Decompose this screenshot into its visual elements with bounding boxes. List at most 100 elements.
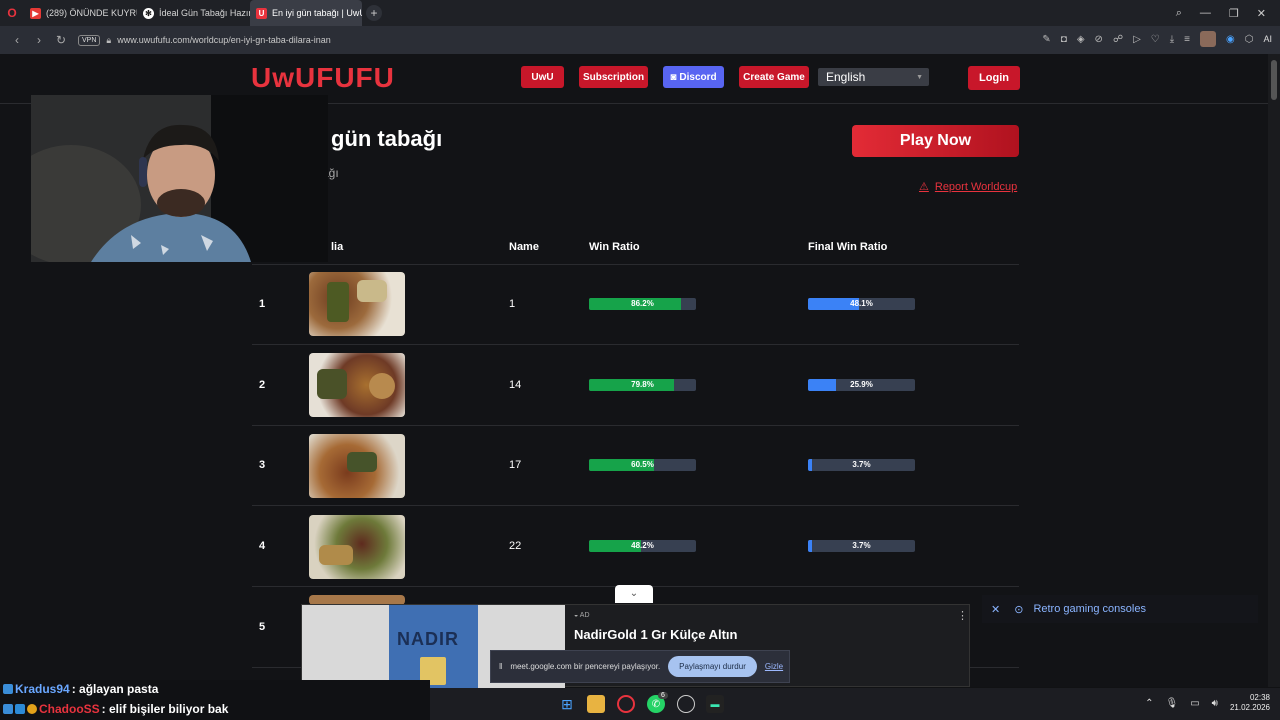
row-rank: 1 bbox=[259, 298, 266, 310]
column-header-media: lia bbox=[331, 241, 344, 253]
food-image[interactable] bbox=[309, 272, 405, 336]
tab-label: (289) ÖNÜNDE KUYRUK O bbox=[46, 8, 137, 18]
vpn-badge[interactable]: VPN bbox=[78, 34, 101, 46]
discord-button[interactable]: ◙ Discord bbox=[663, 66, 724, 88]
ad-title[interactable]: NadirGold 1 Gr Külçe Altın bbox=[574, 627, 737, 642]
translate-icon[interactable]: ☍ bbox=[1113, 34, 1123, 45]
new-tab-button[interactable]: + bbox=[366, 5, 382, 21]
opera-browser-icon[interactable] bbox=[617, 695, 635, 713]
close-icon[interactable]: ✕ bbox=[1257, 7, 1266, 20]
camera-icon[interactable]: ◘ bbox=[1061, 34, 1067, 45]
row-rank: 2 bbox=[259, 379, 266, 391]
create-game-button[interactable]: Create Game bbox=[739, 66, 809, 88]
ad-brand-icon: ◒ bbox=[574, 612, 579, 619]
chevron-down-icon: ⌄ bbox=[629, 588, 639, 599]
chat-user: Kradus94 bbox=[15, 682, 70, 696]
chat-text: : ağlayan pasta bbox=[71, 682, 159, 696]
maximize-icon[interactable]: ❐ bbox=[1229, 7, 1239, 20]
play-now-button[interactable]: Play Now bbox=[852, 125, 1019, 157]
shield-icon[interactable]: ◈ bbox=[1077, 34, 1085, 45]
screen-share-notice: ‖ meet.google.com bir pencereyi paylaşıy… bbox=[490, 650, 790, 683]
minimize-icon[interactable]: — bbox=[1200, 7, 1211, 19]
page-scrollbar[interactable] bbox=[1268, 54, 1280, 687]
row-name: 17 bbox=[509, 459, 522, 471]
final-win-ratio-label: 48.1% bbox=[850, 299, 873, 308]
pause-icon: ‖ bbox=[499, 662, 503, 671]
row-rank: 4 bbox=[259, 540, 266, 552]
ad-tag: ◒ AD bbox=[574, 612, 590, 619]
food-image[interactable] bbox=[309, 515, 405, 579]
edit-icon[interactable]: ✎ bbox=[1042, 34, 1050, 45]
retro-label: Retro gaming consoles bbox=[1033, 603, 1146, 615]
file-explorer-icon[interactable] bbox=[587, 695, 605, 713]
win-ratio-label: 79.8% bbox=[631, 380, 654, 389]
chat-text: : elif bişiler biliyor bak bbox=[101, 702, 229, 716]
discord-icon: ◙ bbox=[670, 71, 677, 83]
clock[interactable]: 02:38 21.02.2026 bbox=[1230, 693, 1270, 713]
cube-icon[interactable]: ⬡ bbox=[1245, 34, 1254, 45]
speaker-icon[interactable]: 🔊︎ bbox=[1212, 698, 1218, 709]
worldcup-title: gün tabağı bbox=[331, 126, 443, 151]
opera-logo-icon[interactable]: O bbox=[0, 6, 24, 20]
back-icon[interactable]: ‹ bbox=[6, 33, 28, 47]
block-icon[interactable]: ⊘ bbox=[1095, 34, 1103, 45]
food-image[interactable] bbox=[309, 353, 405, 417]
chevron-up-icon[interactable]: ⌃ bbox=[1145, 698, 1153, 709]
microphone-icon[interactable]: 🎙︎ bbox=[1165, 698, 1178, 709]
row-rank: 3 bbox=[259, 459, 266, 471]
window-controls: ⌕ — ❐ ✕ bbox=[1176, 0, 1280, 26]
login-button[interactable]: Login bbox=[968, 66, 1020, 90]
url-field[interactable]: www.uwufufu.com/worldcup/en-iyi-gn-taba-… bbox=[117, 35, 331, 45]
report-worldcup-link[interactable]: ⚠︎ Report Worldcup bbox=[919, 180, 1018, 194]
lock-icon[interactable]: 🔒︎ bbox=[106, 35, 111, 46]
extension-icon[interactable]: ◉ bbox=[1226, 34, 1235, 45]
column-header-win-ratio: Win Ratio bbox=[589, 241, 640, 253]
ad-brand-word: NADIR bbox=[397, 629, 459, 649]
heart-icon[interactable]: ♡ bbox=[1151, 34, 1160, 45]
network-icon[interactable]: ▭ bbox=[1190, 698, 1199, 709]
forward-icon[interactable]: › bbox=[28, 33, 50, 47]
browser-tab-chatgpt[interactable]: ✻ İdeal Gün Tabağı Hazırla E bbox=[137, 0, 250, 26]
clock-time: 02:38 bbox=[1249, 693, 1270, 702]
browser-tab-youtube[interactable]: ▶ (289) ÖNÜNDE KUYRUK O bbox=[24, 0, 137, 26]
menu-icon[interactable]: ≡ bbox=[1184, 34, 1190, 45]
browser-tab-uwufufu[interactable]: U En iyi gün tabağı | UwUFU bbox=[250, 0, 362, 26]
reload-icon[interactable]: ↻ bbox=[50, 33, 72, 47]
food-image[interactable] bbox=[309, 434, 405, 498]
row-divider bbox=[252, 344, 1019, 345]
download-icon[interactable]: ⤓ bbox=[1170, 34, 1174, 45]
site-logo[interactable]: UwUFUFU bbox=[251, 62, 395, 94]
final-win-ratio-bar: 25.9% bbox=[808, 379, 915, 391]
windows-start-icon[interactable]: ⊞ bbox=[558, 695, 576, 713]
win-ratio-label: 60.5% bbox=[631, 460, 654, 469]
more-options-icon[interactable]: ⋮ bbox=[957, 609, 968, 622]
row-name: 22 bbox=[509, 540, 522, 552]
stop-sharing-button[interactable]: Paylaşmayı durdur bbox=[668, 656, 757, 677]
language-select[interactable]: English ▼ bbox=[818, 68, 929, 86]
play-icon[interactable]: ▷ bbox=[1133, 34, 1141, 45]
ad-tag-label: AD bbox=[579, 612, 590, 619]
uwu-button[interactable]: UwU bbox=[521, 66, 564, 88]
ai-button[interactable]: AI bbox=[1263, 34, 1272, 44]
row-divider bbox=[252, 425, 1019, 426]
hide-link[interactable]: Gizle bbox=[765, 662, 783, 671]
profile-avatar[interactable] bbox=[1200, 31, 1217, 47]
siren-icon: ⚠︎ bbox=[919, 181, 929, 193]
extensions-bar: ✎ ◘ ◈ ⊘ ☍ ▷ ♡ ⤓ ≡ ◉ ⬡ AI bbox=[1042, 31, 1272, 47]
stream-chat-overlay: Kradus94 : ağlayan pasta ChadooSS : elif… bbox=[0, 680, 430, 720]
column-header-final-win-ratio: Final Win Ratio bbox=[808, 241, 888, 253]
whatsapp-badge: 6 bbox=[658, 692, 668, 699]
terminal-icon[interactable]: ▬ bbox=[706, 695, 724, 713]
collapse-ad-button[interactable]: ⌄ bbox=[615, 585, 653, 603]
report-label: Report Worldcup bbox=[934, 180, 1018, 193]
win-ratio-bar: 86.2% bbox=[589, 298, 696, 310]
retro-suggestion[interactable]: ✕ ⊙ Retro gaming consoles bbox=[982, 595, 1258, 623]
close-icon[interactable]: ✕ bbox=[991, 603, 1000, 616]
win-ratio-bar: 79.8% bbox=[589, 379, 696, 391]
app-icon[interactable] bbox=[677, 695, 695, 713]
search-tabs-icon[interactable]: ⌕ bbox=[1176, 7, 1182, 20]
row-divider bbox=[252, 505, 1019, 506]
subscription-button[interactable]: Subscription bbox=[579, 66, 648, 88]
scrollbar-thumb[interactable] bbox=[1271, 60, 1277, 100]
final-win-ratio-bar: 3.7% bbox=[808, 540, 915, 552]
